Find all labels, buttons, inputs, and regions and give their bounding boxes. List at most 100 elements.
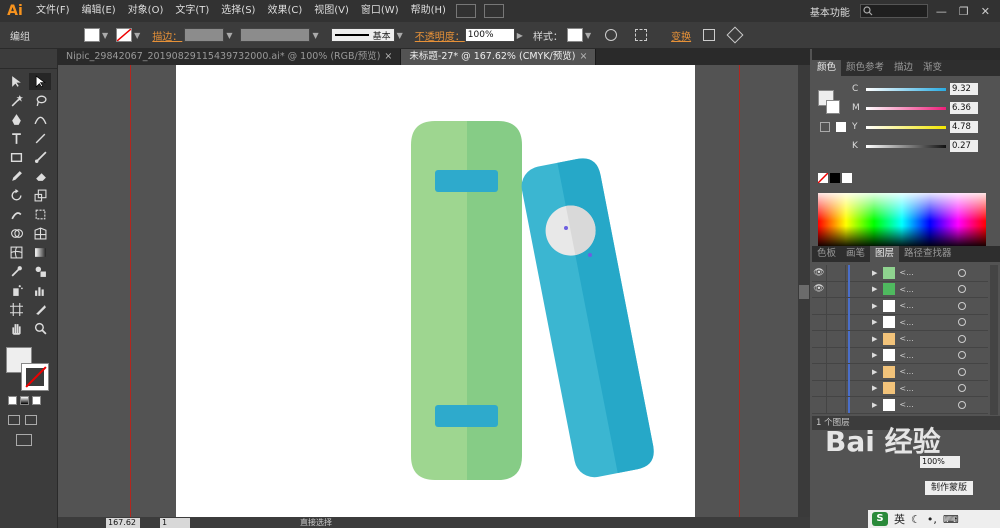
magic-wand-tool[interactable] [5,92,27,109]
layer-name[interactable]: <... [899,367,913,376]
draw-normal-icon[interactable] [8,415,20,425]
close-icon[interactable]: × [384,51,392,62]
layer-row[interactable]: 👁 ▶ <... [812,264,988,282]
expand-arrow-icon[interactable]: ▶ [872,368,877,376]
layer-row[interactable]: ▶ <... [812,314,988,331]
eye-icon[interactable]: 👁 [812,284,826,294]
lock-toggle[interactable] [826,314,846,331]
tab-layers[interactable]: 图层 [870,246,900,262]
chevron-down-icon[interactable]: ▼ [226,31,232,40]
graphic-style-swatch[interactable] [566,28,583,42]
variable-width-profile[interactable] [240,28,311,42]
none-swatch[interactable] [818,173,828,183]
menu-help[interactable]: 帮助(H) [405,0,452,22]
stroke-link[interactable]: 描边： [152,28,182,43]
expand-arrow-icon[interactable]: ▶ [872,351,877,359]
stroke-swatch[interactable] [21,363,49,391]
tab-color[interactable]: 颜色 [812,60,842,76]
direct-selection-tool[interactable] [29,73,51,90]
web-safe-swatch[interactable] [836,122,846,132]
eyedropper-tool[interactable] [5,263,27,280]
rotate-tool[interactable] [5,187,27,204]
white-swatch[interactable] [842,173,852,183]
slider-yellow[interactable]: Y 4.78 [852,120,978,134]
layer-name[interactable]: <... [899,301,913,310]
expand-arrow-icon[interactable]: ▶ [872,302,877,310]
lock-toggle[interactable] [826,396,846,413]
gradient-tool[interactable] [29,244,51,261]
lock-toggle[interactable] [826,330,846,347]
chevron-down-icon[interactable]: ▼ [102,31,108,40]
target-circle-icon[interactable] [958,334,966,343]
menu-view[interactable]: 视图(V) [308,0,355,22]
punctuation-icon[interactable]: •, [927,513,937,526]
close-icon[interactable]: × [579,51,587,62]
selection-tool[interactable] [5,73,27,90]
target-circle-icon[interactable] [958,351,966,360]
stroke-weight-field[interactable] [184,28,225,42]
eraser-tool[interactable] [29,168,51,185]
hand-tool[interactable] [5,320,27,337]
layers-scrollbar[interactable] [990,265,998,415]
tab-stroke[interactable]: 描边 [889,60,918,76]
slider-value[interactable]: 0.27 [950,140,978,152]
shape-builder-tool[interactable] [5,225,27,242]
ime-logo[interactable]: S [872,512,888,526]
slider-value[interactable]: 4.78 [950,121,978,133]
lock-toggle[interactable] [826,264,846,281]
layer-name[interactable]: <... [899,268,913,277]
zoom-tool[interactable] [29,320,51,337]
chevron-down-icon[interactable]: ▼ [397,31,403,40]
scroll-thumb[interactable] [799,285,809,299]
artboard[interactable] [176,65,695,517]
scale-tool[interactable] [29,187,51,204]
curvature-tool[interactable] [29,111,51,128]
current-tool-status[interactable]: 直接选择 [300,517,332,528]
target-circle-icon[interactable] [958,400,966,409]
column-graph-tool[interactable] [29,282,51,299]
color-spectrum[interactable] [818,193,986,248]
target-circle-icon[interactable] [958,367,966,376]
make-mask-button[interactable]: 制作蒙版 [925,481,973,495]
layer-row[interactable]: ▶ <... [812,363,988,381]
menu-window[interactable]: 窗口(W) [355,0,405,22]
menu-type[interactable]: 文字(T) [169,0,215,22]
tab-swatches[interactable]: 色板 [812,246,841,262]
layer-row[interactable]: ▶ <... [812,330,988,348]
align-icon[interactable] [635,29,648,41]
vertical-scrollbar[interactable] [798,65,810,517]
target-circle-icon[interactable] [958,285,966,294]
fill-color-swatch[interactable] [84,28,100,42]
layer-row[interactable]: ▶ <... [812,380,988,397]
color-stroke-swatch[interactable] [826,100,840,114]
layer-name[interactable]: <... [899,400,913,409]
target-circle-icon[interactable] [958,268,966,277]
layer-row[interactable]: ▶ <... [812,297,988,315]
restore-icon[interactable]: ❐ [959,5,969,18]
transform-link[interactable]: 变换 [671,28,691,43]
draw-behind-icon[interactable] [25,415,37,425]
close-icon[interactable]: ✕ [981,5,990,18]
chevron-down-icon[interactable]: ▼ [134,31,140,40]
tab-color-guide[interactable]: 颜色参考 [841,60,889,76]
panel-menu-icon[interactable] [726,26,744,44]
tab-gradient[interactable]: 渐变 [918,60,947,76]
minimize-icon[interactable]: — [936,5,947,18]
free-transform-tool[interactable] [29,206,51,223]
target-circle-icon[interactable] [958,318,966,327]
expand-arrow-icon[interactable]: ▶ [872,401,877,409]
ime-language[interactable]: 英 [894,511,905,527]
slider-black[interactable]: K 0.27 [852,139,978,153]
recolor-artwork-icon[interactable] [605,29,618,41]
tab-document-2[interactable]: 未标题-27* @ 167.62% (CMYK/预览) × [401,49,597,65]
expand-arrow-icon[interactable]: ▶ [872,269,877,277]
expand-arrow-icon[interactable]: ▶ [872,335,877,343]
blue-book[interactable] [518,155,657,480]
search-input[interactable] [859,4,928,18]
slider-magenta[interactable]: M 6.36 [852,101,978,115]
lock-toggle[interactable] [826,363,846,380]
artboard-tool[interactable] [5,301,27,318]
lock-toggle[interactable] [826,380,846,397]
lock-toggle[interactable] [826,297,846,314]
layer-row[interactable]: 👁 ▶ <... [812,281,988,298]
